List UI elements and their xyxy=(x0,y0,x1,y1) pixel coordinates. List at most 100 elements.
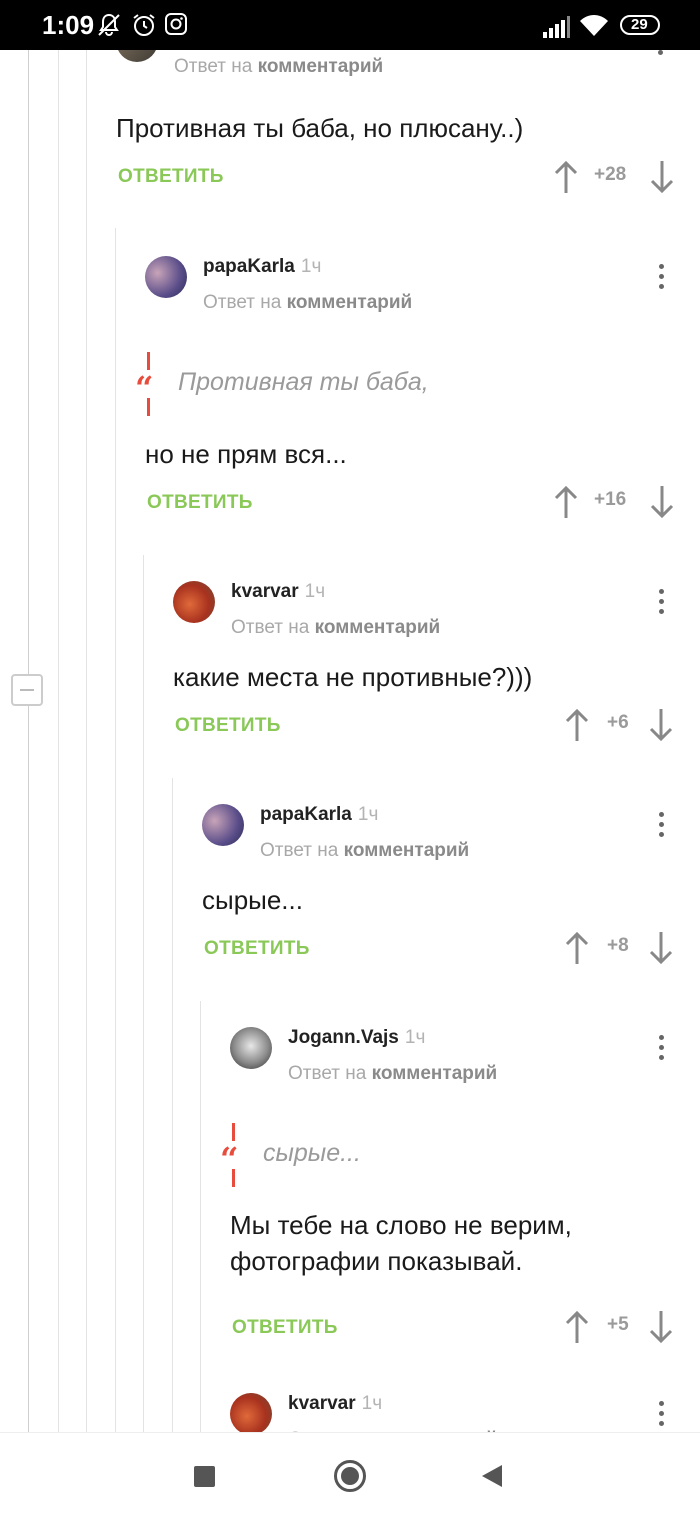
battery-icon: 29 xyxy=(620,15,660,35)
signal-icon xyxy=(543,16,570,38)
kebab-menu-icon[interactable] xyxy=(659,589,665,615)
vote-controls: +5 xyxy=(565,1310,675,1346)
avatar[interactable] xyxy=(173,581,215,623)
vote-controls: +16 xyxy=(554,485,676,521)
comment: Ответ на комментарий Противная ты баба, … xyxy=(116,50,676,200)
comment: kvarvar1ч Ответ на комментарий xyxy=(230,1393,675,1432)
nav-recents-icon[interactable] xyxy=(194,1466,215,1487)
reply-to-label: Ответ на комментарий xyxy=(203,292,412,314)
thread-line xyxy=(86,50,87,1432)
arrow-up-icon[interactable] xyxy=(554,160,578,194)
arrow-up-icon[interactable] xyxy=(565,931,589,965)
vote-controls: +8 xyxy=(565,931,675,967)
author-name[interactable]: kvarvar xyxy=(231,581,299,602)
reply-button[interactable]: ОТВЕТИТЬ xyxy=(204,938,310,960)
reply-button[interactable]: ОТВЕТИТЬ xyxy=(118,166,224,188)
reply-to-label: Ответ на комментарий xyxy=(231,617,440,639)
avatar[interactable] xyxy=(230,1027,272,1069)
kebab-menu-icon[interactable] xyxy=(658,50,664,66)
kebab-menu-icon[interactable] xyxy=(659,1401,665,1427)
vote-count: +6 xyxy=(607,712,629,733)
reply-to-prefix: Ответ на xyxy=(203,292,282,313)
comment-author[interactable]: Jogann.Vajs 1ч xyxy=(288,1027,425,1049)
comment-text: Мы тебе на слово не верим, xyxy=(230,1210,572,1240)
reply-to-prefix: Ответ на xyxy=(288,1063,367,1084)
arrow-down-icon[interactable] xyxy=(649,1310,673,1344)
author-name[interactable]: papaKarla xyxy=(203,256,295,277)
thread-line xyxy=(200,1001,201,1432)
wifi-icon xyxy=(580,15,608,36)
alarm-icon xyxy=(133,14,155,36)
comments-thread: Ответ на комментарий Противная ты баба, … xyxy=(0,50,700,1432)
comment-author[interactable]: papaKarla 1ч xyxy=(260,804,378,826)
reply-to-label: Ответ на комментарий xyxy=(260,840,469,862)
kebab-menu-icon[interactable] xyxy=(659,264,665,290)
author-name[interactable]: papaKarla xyxy=(260,804,352,825)
comment: Jogann.Vajs 1ч Ответ на комментарий “ сыр… xyxy=(220,1027,675,1347)
arrow-up-icon[interactable] xyxy=(565,1310,589,1344)
avatar[interactable] xyxy=(145,256,187,298)
author-name[interactable]: kvarvar xyxy=(288,1393,356,1414)
comment-author[interactable]: kvarvar 1ч xyxy=(231,581,325,603)
comment-author[interactable]: kvarvar 1ч xyxy=(288,1393,382,1415)
quote-text: Противная ты баба, xyxy=(178,368,429,396)
system-nav-bar xyxy=(0,1432,700,1518)
comment-text: какие места не противные?))) xyxy=(173,662,533,692)
author-name[interactable]: Jogann.Vajs xyxy=(288,1027,399,1048)
quote-text: сырые... xyxy=(263,1139,361,1167)
reply-button[interactable]: ОТВЕТИТЬ xyxy=(175,715,281,737)
kebab-menu-icon[interactable] xyxy=(659,812,665,838)
arrow-down-icon[interactable] xyxy=(649,708,673,742)
arrow-down-icon[interactable] xyxy=(650,160,674,194)
arrow-down-icon[interactable] xyxy=(650,485,674,519)
status-time: 1:09 xyxy=(42,10,95,40)
reply-to-link[interactable]: комментарий xyxy=(372,1063,498,1084)
vote-count: +28 xyxy=(594,164,627,185)
battery-level: 29 xyxy=(631,16,648,33)
reply-button[interactable]: ОТВЕТИТЬ xyxy=(147,492,253,514)
comment-text: фотографии показывай. xyxy=(230,1246,523,1276)
vote-controls: +28 xyxy=(554,160,676,196)
thread-line xyxy=(172,778,173,1432)
vote-count: +5 xyxy=(607,1314,629,1335)
reply-to-prefix: Ответ на xyxy=(174,56,253,77)
avatar[interactable] xyxy=(116,50,158,62)
reply-to-link[interactable]: комментарий xyxy=(258,56,384,77)
quote-block: “ сырые... xyxy=(220,1123,530,1187)
avatar[interactable] xyxy=(202,804,244,846)
reply-to-prefix: Ответ на xyxy=(231,617,310,638)
reply-to-prefix: Ответ на xyxy=(260,840,339,861)
quote-block: “ Противная ты баба, xyxy=(135,352,545,416)
vote-count: +16 xyxy=(594,489,627,510)
mute-icon xyxy=(98,13,120,37)
comment-time: 1ч xyxy=(361,1393,383,1414)
comment-time: 1ч xyxy=(357,804,379,825)
thread-line xyxy=(28,50,29,1432)
comment: kvarvar 1ч Ответ на комментарий какие мес… xyxy=(173,581,675,781)
reply-to-label: Ответ на комментарий xyxy=(288,1063,497,1085)
comment-text: Противная ты баба, но плюсану..) xyxy=(116,113,524,143)
quote-icon: “ xyxy=(220,1140,239,1178)
quote-icon: “ xyxy=(135,369,154,407)
comment-author[interactable]: papaKarla 1ч xyxy=(203,256,321,278)
vote-count: +8 xyxy=(607,935,629,956)
kebab-menu-icon[interactable] xyxy=(659,1035,665,1061)
thread-line xyxy=(58,50,59,1432)
reply-to-link[interactable]: комментарий xyxy=(344,840,470,861)
avatar[interactable] xyxy=(230,1393,272,1432)
comment-text: сырые... xyxy=(202,885,303,915)
comment: papaKarla 1ч Ответ на комментарий “ Проти… xyxy=(135,256,675,519)
reply-button[interactable]: ОТВЕТИТЬ xyxy=(232,1317,338,1339)
nav-home-icon[interactable] xyxy=(334,1460,366,1492)
thread-line xyxy=(115,228,116,1432)
arrow-down-icon[interactable] xyxy=(649,931,673,965)
arrow-up-icon[interactable] xyxy=(565,708,589,742)
arrow-up-icon[interactable] xyxy=(554,485,578,519)
reply-to-link[interactable]: комментарий xyxy=(287,292,413,313)
comment-time: 1ч xyxy=(300,256,322,277)
comment-time: 1ч xyxy=(304,581,326,602)
nav-back-icon[interactable] xyxy=(482,1465,502,1487)
collapse-thread-button[interactable] xyxy=(11,674,43,706)
comment-text: но не прям вся... xyxy=(145,439,347,469)
reply-to-link[interactable]: комментарий xyxy=(315,617,441,638)
